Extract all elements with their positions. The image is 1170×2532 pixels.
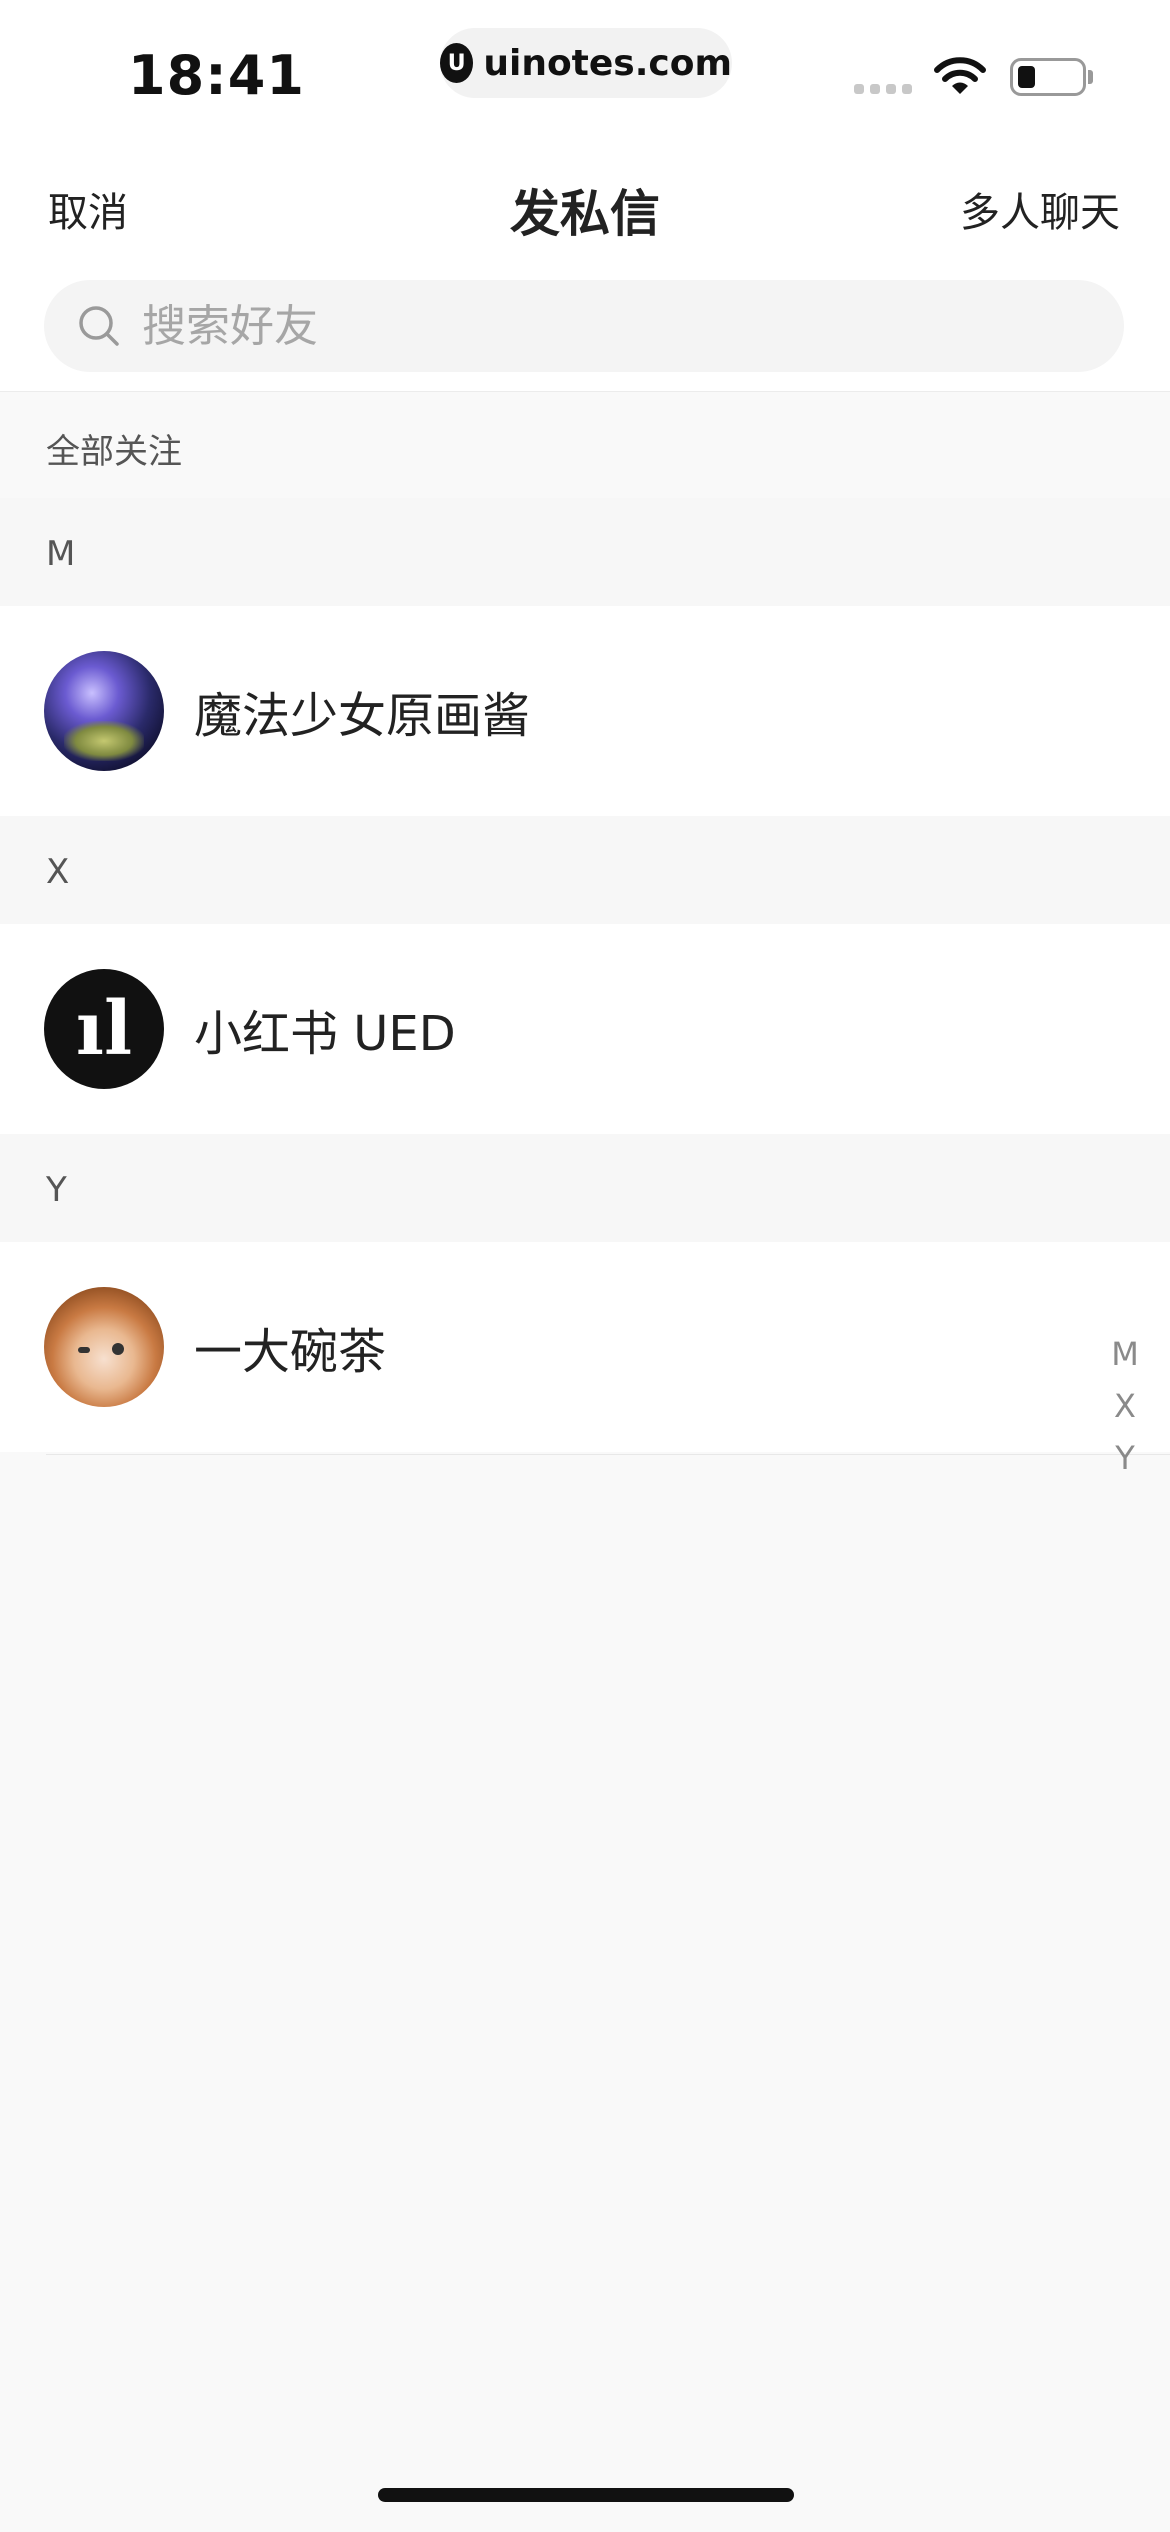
index-letter-x[interactable]: X bbox=[1114, 1380, 1136, 1432]
ued-logo-avatar: ıl bbox=[44, 969, 164, 1089]
contact-row[interactable]: 魔法少女原画酱 bbox=[0, 606, 1170, 816]
chibi-avatar bbox=[44, 1287, 164, 1407]
section-letter: Y bbox=[46, 1170, 67, 1210]
home-indicator[interactable] bbox=[378, 2488, 794, 2502]
page: 18:41 U uinotes.com 取消 发私信 多人聊天 搜索好友 全部关… bbox=[0, 0, 1170, 2532]
search-icon bbox=[79, 306, 119, 346]
contact-row[interactable]: 一大碗茶 bbox=[0, 1242, 1170, 1452]
contact-name: 一大碗茶 bbox=[194, 1324, 387, 1380]
cellular-signal-icon bbox=[854, 84, 912, 94]
status-bar: 18:41 U uinotes.com bbox=[0, 0, 1170, 140]
wifi-icon bbox=[934, 57, 986, 94]
ued-logo-glyph: ıl bbox=[75, 986, 133, 1072]
section-header-y: Y bbox=[0, 1134, 1170, 1242]
contact-row[interactable]: ıl 小红书 UED bbox=[0, 924, 1170, 1134]
alphabet-index[interactable]: M X Y bbox=[1100, 1328, 1150, 1484]
all-following-label: 全部关注 bbox=[46, 432, 182, 472]
status-time: 18:41 bbox=[128, 44, 305, 107]
group-chat-button[interactable]: 多人聊天 bbox=[960, 180, 1120, 238]
site-logo-icon: U bbox=[440, 43, 474, 83]
battery-cap bbox=[1088, 70, 1093, 84]
section-letter: X bbox=[46, 852, 70, 892]
search-box[interactable] bbox=[44, 280, 1124, 372]
section-letter: M bbox=[46, 534, 76, 574]
url-text: uinotes.com bbox=[483, 42, 732, 84]
search-area bbox=[0, 280, 1170, 392]
index-letter-m[interactable]: M bbox=[1111, 1328, 1139, 1380]
contact-name: 小红书 UED bbox=[194, 1006, 456, 1062]
section-header-m: M bbox=[0, 498, 1170, 606]
contact-name: 魔法少女原画酱 bbox=[194, 688, 531, 744]
nav-bar: 取消 发私信 多人聊天 bbox=[0, 140, 1170, 280]
index-letter-y[interactable]: Y bbox=[1115, 1432, 1135, 1484]
search-input[interactable] bbox=[142, 300, 1042, 352]
section-header-x: X bbox=[0, 816, 1170, 924]
anime-girl-avatar bbox=[44, 651, 164, 771]
url-pill[interactable]: U uinotes.com bbox=[440, 28, 732, 98]
divider bbox=[46, 1454, 1170, 1455]
battery-icon bbox=[1010, 58, 1086, 96]
